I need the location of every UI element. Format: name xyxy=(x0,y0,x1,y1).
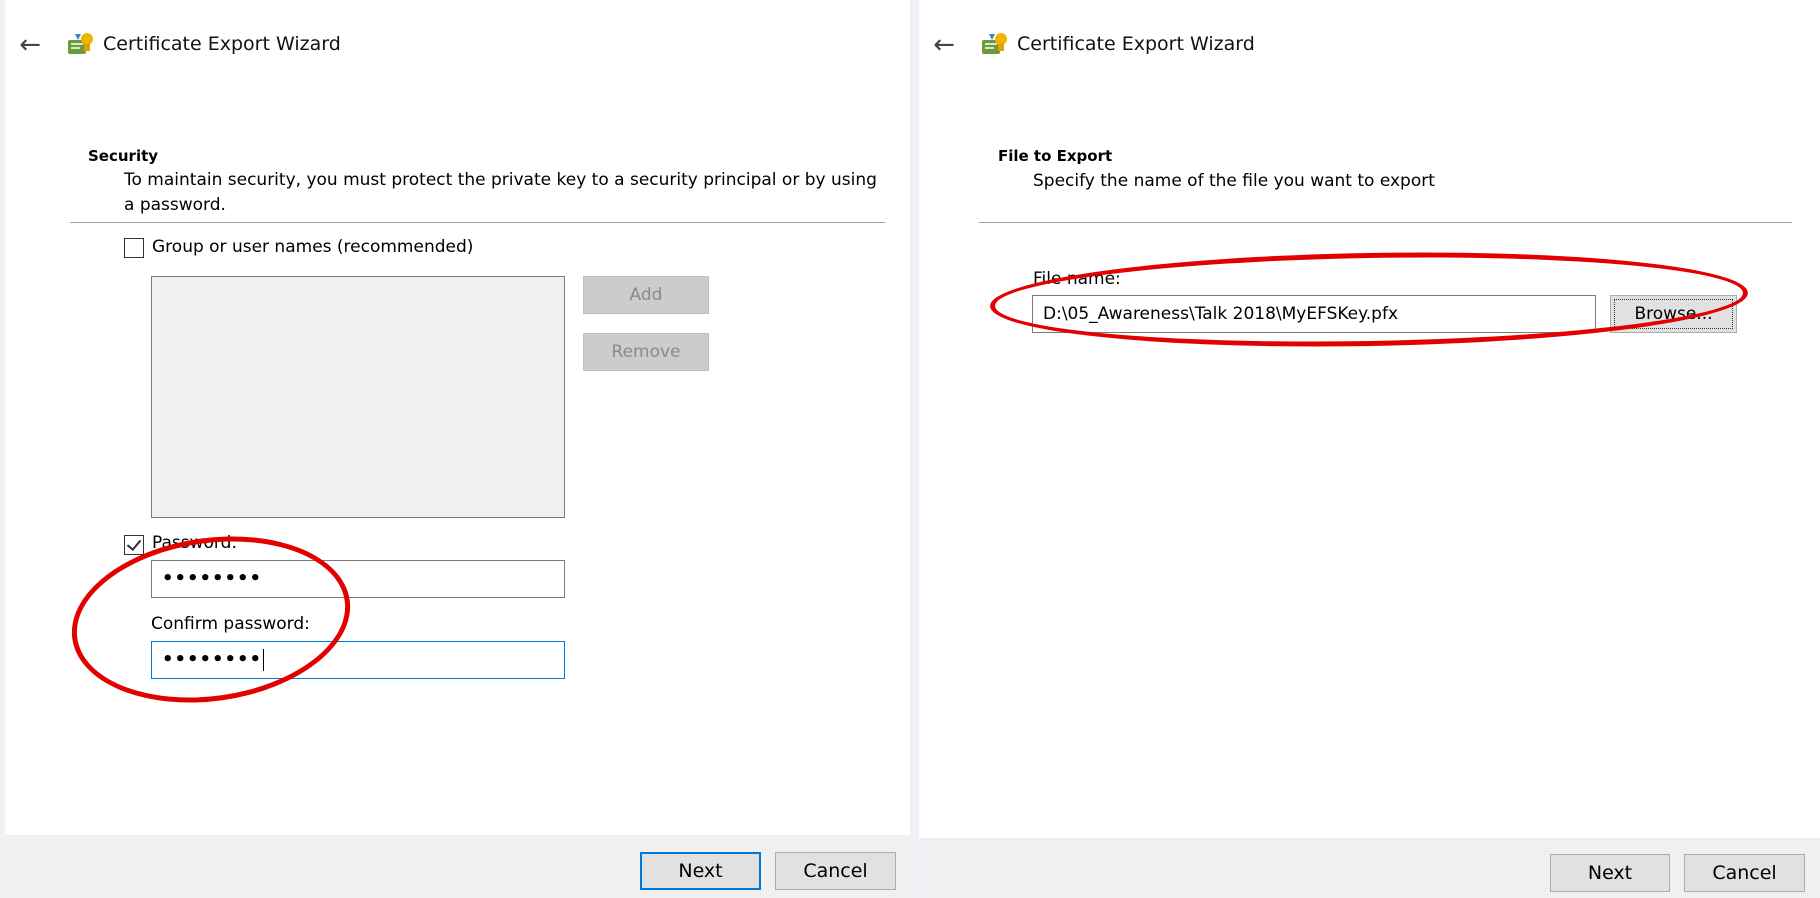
group-user-checkbox[interactable] xyxy=(124,238,144,258)
next-button[interactable]: Next xyxy=(640,852,761,890)
wizard-title: Certificate Export Wizard xyxy=(103,33,341,55)
confirm-password-value: •••••••• xyxy=(162,649,263,670)
certificate-wizard-icon xyxy=(68,33,93,54)
text-caret xyxy=(263,649,265,671)
divider xyxy=(979,222,1792,223)
file-name-label: File name: xyxy=(1033,269,1121,289)
group-user-listbox[interactable] xyxy=(151,276,565,518)
confirm-password-input[interactable]: •••••••• xyxy=(151,641,565,679)
section-description: To maintain security, you must protect t… xyxy=(124,170,877,190)
confirm-password-label: Confirm password: xyxy=(151,614,310,634)
section-description: Specify the name of the file you want to… xyxy=(1033,171,1435,191)
wizard-footer: Next Cancel xyxy=(919,838,1820,898)
password-label: Password: xyxy=(152,533,238,553)
section-title: File to Export xyxy=(998,147,1113,165)
cancel-button[interactable]: Cancel xyxy=(1684,854,1805,892)
security-page-panel: ← Certificate Export Wizard Security To … xyxy=(5,0,910,898)
wizard-footer: Next Cancel xyxy=(5,835,910,898)
password-value: •••••••• xyxy=(162,568,263,589)
file-name-value: D:\05_Awareness\Talk 2018\MyEFSKey.pfx xyxy=(1043,304,1399,324)
back-arrow-icon[interactable]: ← xyxy=(17,32,43,58)
group-user-label: Group or user names (recommended) xyxy=(152,237,474,257)
add-button[interactable]: Add xyxy=(583,276,709,314)
next-button[interactable]: Next xyxy=(1550,854,1670,892)
section-description-continued: a password. xyxy=(124,195,226,215)
wizard-title: Certificate Export Wizard xyxy=(1017,33,1255,55)
file-name-input[interactable]: D:\05_Awareness\Talk 2018\MyEFSKey.pfx xyxy=(1032,295,1596,333)
back-arrow-icon[interactable]: ← xyxy=(931,32,957,58)
browse-button[interactable]: Browse... xyxy=(1610,295,1737,333)
cancel-button[interactable]: Cancel xyxy=(775,852,896,890)
file-to-export-page-panel: ← Certificate Export Wizard File to Expo… xyxy=(919,0,1820,898)
password-input[interactable]: •••••••• xyxy=(151,560,565,598)
password-checkbox[interactable] xyxy=(124,535,144,555)
section-title: Security xyxy=(88,147,159,165)
certificate-wizard-icon xyxy=(982,33,1007,54)
divider xyxy=(70,222,885,223)
focus-rectangle xyxy=(1614,299,1733,329)
remove-button[interactable]: Remove xyxy=(583,333,709,371)
